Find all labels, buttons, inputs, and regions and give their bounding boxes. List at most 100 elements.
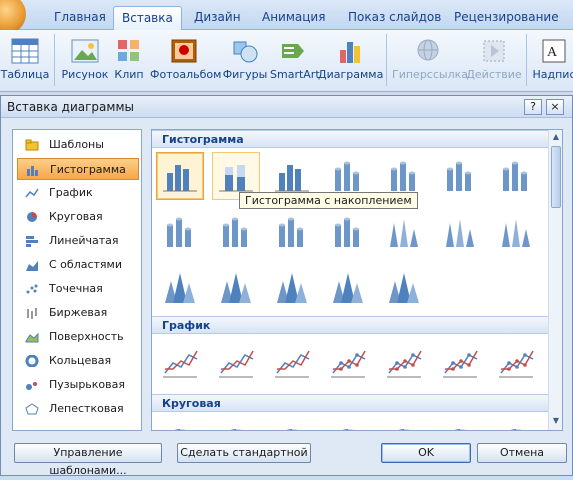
hyperlink-button[interactable]: Гиперссылка: [392, 30, 468, 90]
chart-type-thumb[interactable]: [212, 416, 260, 430]
chart-type-thumb[interactable]: [156, 264, 204, 312]
chart-type-thumb[interactable]: [268, 416, 316, 430]
ribbon-separator: [526, 34, 527, 86]
chart-type-thumb[interactable]: [492, 416, 540, 430]
category-item[interactable]: Биржевая: [17, 302, 139, 324]
smartart-label: SmartArt: [270, 68, 320, 81]
chart-type-thumb[interactable]: [156, 338, 204, 386]
close-button[interactable]: ×: [546, 99, 564, 115]
textbox-icon: A: [539, 36, 569, 66]
dialog-title: Вставка диаграммы: [1, 96, 572, 118]
category-item[interactable]: График: [17, 182, 139, 204]
clipart-icon: [114, 36, 144, 66]
chart-type-thumb[interactable]: [156, 416, 204, 430]
surface-chart-icon: [25, 332, 39, 343]
tab-design[interactable]: Дизайн: [186, 6, 249, 30]
chart-type-thumb[interactable]: [268, 338, 316, 386]
category-label: Круговая: [49, 210, 103, 223]
chart-label: Диаграмма: [318, 68, 384, 81]
chart-type-thumb[interactable]: [492, 338, 540, 386]
chart-type-thumb[interactable]: [380, 416, 428, 430]
tab-insert[interactable]: Вставка: [113, 6, 182, 31]
office-button[interactable]: [0, 0, 26, 34]
chart-gallery: Гистограмма График Круговая ▲ ▼: [151, 129, 563, 431]
category-label: С областями: [49, 258, 122, 271]
category-label: Пузырьковая: [49, 378, 125, 391]
category-item[interactable]: Пузырьковая: [17, 374, 139, 396]
chart-type-thumb[interactable]: [156, 152, 204, 200]
chart-type-thumb[interactable]: [156, 208, 204, 256]
category-item[interactable]: Шаблоны: [17, 134, 139, 156]
category-list: Шаблоны Гистограмма График Круговая Линейчат…: [12, 129, 142, 431]
chart-type-thumb[interactable]: [212, 208, 260, 256]
line-chart-icon: [25, 188, 39, 198]
category-item[interactable]: Кольцевая: [17, 350, 139, 372]
chart-type-thumb[interactable]: [492, 208, 540, 256]
chart-type-thumb[interactable]: [268, 208, 316, 256]
folder-icon: [25, 139, 39, 151]
chart-type-thumb[interactable]: [436, 416, 484, 430]
ribbon-separator: [386, 34, 387, 86]
chart-type-thumb[interactable]: [436, 208, 484, 256]
chart-type-thumb[interactable]: [380, 208, 428, 256]
table-icon: [10, 36, 40, 66]
textbox-label: Надпис: [532, 68, 573, 81]
gallery-scrollbar[interactable]: ▲ ▼: [548, 130, 562, 430]
ok-button[interactable]: OK: [381, 443, 471, 463]
picture-button[interactable]: Рисунок: [60, 30, 110, 90]
set-default-button[interactable]: Сделать стандартной: [177, 443, 311, 463]
category-item[interactable]: Гистограмма: [17, 158, 139, 180]
column-chart-icon: [27, 166, 38, 176]
scroll-up-icon[interactable]: ▲: [551, 132, 561, 142]
photo-album-icon: [169, 36, 199, 66]
table-button[interactable]: Таблица: [0, 30, 50, 90]
tab-animation[interactable]: Анимация: [254, 6, 333, 30]
action-button[interactable]: Действие: [466, 30, 522, 90]
chart-type-thumb[interactable]: [324, 264, 372, 312]
smartart-button[interactable]: SmartArt: [270, 30, 320, 90]
photo-album-button[interactable]: Фотоальбом: [150, 30, 222, 90]
clip-button[interactable]: Клип: [112, 30, 146, 90]
shapes-button[interactable]: Фигуры: [222, 30, 268, 90]
chart-type-thumb[interactable]: [380, 264, 428, 312]
help-button[interactable]: ?: [524, 99, 542, 115]
chart-type-thumb[interactable]: [380, 338, 428, 386]
category-item[interactable]: Поверхность: [17, 326, 139, 348]
chart-type-thumb[interactable]: [324, 338, 372, 386]
scroll-thumb[interactable]: [551, 146, 561, 208]
chart-type-thumb[interactable]: [268, 264, 316, 312]
shapes-icon: [230, 36, 260, 66]
cancel-button[interactable]: Отмена: [477, 443, 567, 463]
manage-templates-button[interactable]: Управление шаблонами...: [14, 443, 162, 477]
category-item[interactable]: Круговая: [17, 206, 139, 228]
ribbon-separator: [54, 34, 55, 86]
bubble-chart-icon: [26, 382, 37, 390]
chart-type-thumb[interactable]: [212, 264, 260, 312]
chart-button[interactable]: Диаграмма: [318, 30, 384, 90]
tab-home[interactable]: Главная: [46, 6, 114, 30]
picture-icon: [70, 36, 100, 66]
chart-type-thumb[interactable]: [436, 338, 484, 386]
chart-type-thumb[interactable]: [324, 208, 372, 256]
category-label: Шаблоны: [49, 138, 104, 151]
tab-review[interactable]: Рецензирование: [446, 6, 567, 30]
category-label: Гистограмма: [50, 163, 126, 176]
chart-type-thumb[interactable]: [492, 152, 540, 200]
scroll-down-icon[interactable]: ▼: [551, 416, 561, 426]
globe-icon: [413, 36, 443, 66]
category-item[interactable]: Линейчатая: [17, 230, 139, 252]
chart-type-thumb[interactable]: [212, 338, 260, 386]
category-item[interactable]: Точечная: [17, 278, 139, 300]
category-label: Точечная: [49, 282, 103, 295]
category-item[interactable]: С областями: [17, 254, 139, 276]
chart-type-thumb[interactable]: [324, 416, 372, 430]
doughnut-chart-icon: [25, 355, 39, 367]
textbox-button[interactable]: A Надпис: [532, 30, 573, 90]
radar-chart-icon: [25, 403, 39, 415]
chart-type-thumb[interactable]: [436, 152, 484, 200]
photo-album-label: Фотоальбом: [150, 68, 222, 81]
category-item[interactable]: Лепестковая: [17, 398, 139, 420]
tab-slideshow[interactable]: Показ слайдов: [340, 6, 449, 30]
shapes-label: Фигуры: [222, 68, 268, 81]
category-label: Кольцевая: [49, 354, 112, 367]
